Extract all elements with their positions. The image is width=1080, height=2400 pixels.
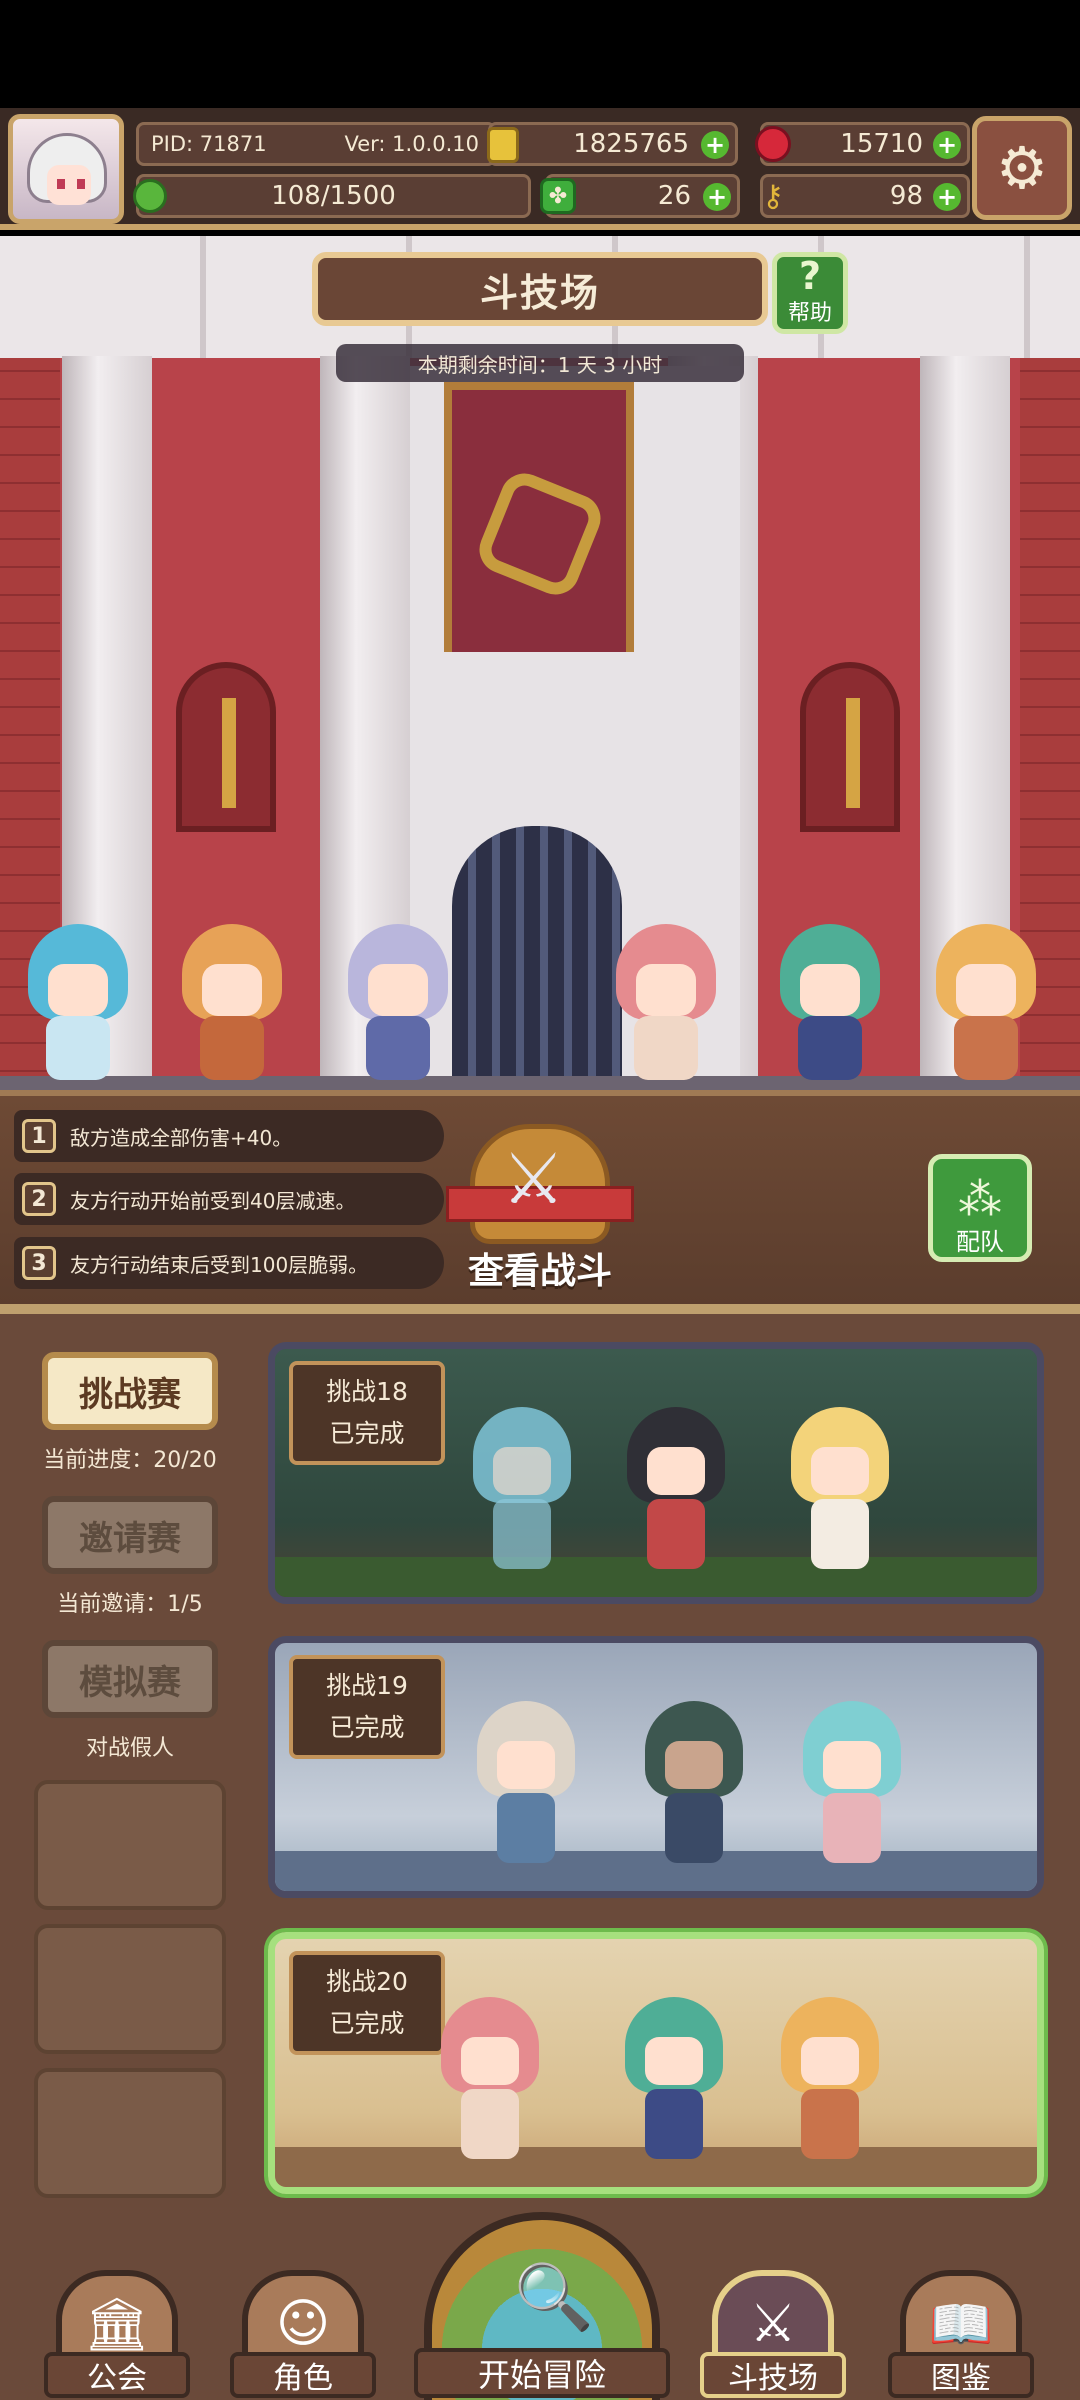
- gold-pill: 1825765 +: [487, 122, 738, 166]
- top-hud: PID: 71871 Ver: 1.0.0.10 108/1500 182576…: [0, 108, 1080, 230]
- challenge-status: 已完成: [329, 2009, 405, 2038]
- rule-number: 2: [22, 1182, 56, 1216]
- character-sprite: [22, 920, 134, 1088]
- rule-number: 1: [22, 1119, 56, 1153]
- status-bar-area: [0, 0, 1080, 108]
- guild-hall-icon: 🏛: [83, 2294, 150, 2355]
- rule-text: 敌方造成全部伤害+40。: [70, 1125, 293, 1150]
- challenge-name: 挑战18: [326, 1376, 408, 1406]
- crossed-swords-icon: ⚔: [502, 1138, 565, 1220]
- arena-gate: [452, 826, 622, 1090]
- nav-adventure-label: 开始冒险: [414, 2348, 670, 2398]
- invitation-count: 当前邀请：1/5: [57, 1592, 203, 1617]
- nav-arena-label: 斗技场: [700, 2352, 846, 2398]
- key-pill: ⚷ 98 +: [760, 174, 970, 218]
- gem-pill: 15710 +: [755, 122, 970, 166]
- character-sprite: [176, 920, 288, 1088]
- nav-start-adventure[interactable]: 🔍 开始冒险: [414, 2212, 670, 2400]
- challenge-status: 已完成: [329, 1713, 405, 1742]
- magnifier-icon: 🔍: [514, 2261, 594, 2335]
- challenge-card-selected[interactable]: 挑战20 已完成: [268, 1932, 1044, 2194]
- character-sprite: [342, 920, 454, 1088]
- character-sprite: [930, 920, 1042, 1088]
- player-avatar[interactable]: [8, 114, 124, 224]
- energy-pill[interactable]: 108/1500: [133, 174, 531, 218]
- nav-guild-label: 公会: [44, 2352, 190, 2398]
- challenge-tag: 挑战19 已完成: [289, 1655, 445, 1759]
- book-icon: 📖: [928, 2294, 994, 2355]
- rule-item: 2 友方行动开始前受到40层减速。: [14, 1173, 444, 1225]
- gold-coin-icon: [487, 127, 519, 163]
- tab-simulation[interactable]: 模拟赛: [42, 1640, 218, 1718]
- challenge-tag: 挑战20 已完成: [289, 1951, 445, 2055]
- nav-guild[interactable]: 🏛 公会: [44, 2262, 190, 2400]
- add-clover-button[interactable]: +: [703, 183, 731, 211]
- page-title: 斗技场: [312, 252, 768, 326]
- mode-sidebar: 挑战赛 当前进度：20/20 邀请赛 当前邀请：1/5 模拟赛 对战假人: [28, 1336, 232, 2206]
- clover-value: 26: [657, 181, 691, 211]
- challenge-progress: 当前进度：20/20: [43, 1448, 217, 1473]
- add-key-button[interactable]: +: [933, 183, 961, 211]
- energy-icon: [133, 179, 167, 213]
- team-icon: ⁂: [958, 1174, 1002, 1225]
- character-sprite: [610, 920, 722, 1088]
- game-version: Ver: 1.0.0.10: [344, 132, 479, 156]
- add-gem-button[interactable]: +: [933, 131, 961, 159]
- rule-item: 1 敌方造成全部伤害+40。: [14, 1110, 444, 1162]
- key-value: 98: [889, 181, 923, 211]
- gold-value: 1825765: [573, 129, 689, 159]
- crossed-swords-icon: ⚔: [749, 2294, 797, 2354]
- rule-item: 3 友方行动结束后受到100层脆弱。: [14, 1237, 444, 1289]
- challenge-name: 挑战19: [326, 1670, 408, 1700]
- arena-banner: [444, 382, 634, 652]
- energy-value: 108/1500: [271, 181, 396, 211]
- team-label: 配队: [956, 1228, 1004, 1256]
- simulation-desc: 对战假人: [85, 1736, 174, 1761]
- key-icon: ⚷: [762, 178, 784, 214]
- challenge-name: 挑战20: [326, 1966, 408, 1996]
- tab-challenge[interactable]: 挑战赛: [42, 1352, 218, 1430]
- nav-characters-label: 角色: [230, 2352, 376, 2398]
- challenge-card[interactable]: 挑战18 已完成: [268, 1342, 1044, 1604]
- challenge-tag: 挑战18 已完成: [289, 1361, 445, 1465]
- ruby-gem-icon: [755, 126, 791, 162]
- sword-niche-left: [176, 662, 276, 832]
- nav-arena[interactable]: ⚔ 斗技场: [700, 2262, 846, 2400]
- rule-number: 3: [22, 1246, 56, 1280]
- empty-mode-slot: [34, 1780, 226, 1910]
- add-gold-button[interactable]: +: [701, 131, 729, 159]
- nav-characters[interactable]: ☺ 角色: [230, 2262, 376, 2400]
- character-face-icon: ☺: [275, 2294, 331, 2354]
- gem-value: 15710: [840, 129, 923, 159]
- view-battle-label: 查看战斗: [467, 1251, 612, 1292]
- tab-invitational[interactable]: 邀请赛: [42, 1496, 218, 1574]
- rule-text: 友方行动结束后受到100层脆弱。: [70, 1252, 369, 1277]
- settings-gear-button[interactable]: ⚙: [972, 116, 1072, 220]
- nav-codex[interactable]: 📖 图鉴: [888, 2262, 1034, 2400]
- empty-mode-slot: [34, 2068, 226, 2198]
- question-mark-icon: ?: [798, 254, 822, 298]
- team-setup-button[interactable]: ⁂ 配队: [928, 1154, 1032, 1262]
- sword-niche-right: [800, 662, 900, 832]
- clover-icon: ✤: [540, 178, 576, 214]
- gear-icon: ⚙: [996, 134, 1048, 202]
- player-id: PID: 71871: [151, 132, 267, 156]
- view-battle-button[interactable]: ⚔ 查看战斗: [440, 1124, 640, 1294]
- season-timer: 本期剩余时间：1 天 3 小时: [336, 344, 744, 382]
- help-button[interactable]: ? 帮助: [772, 252, 848, 334]
- character-sprite: [774, 920, 886, 1088]
- help-label: 帮助: [787, 301, 832, 326]
- player-info-pill: PID: 71871 Ver: 1.0.0.10: [136, 122, 496, 166]
- clover-pill: ✤ 26 +: [540, 174, 740, 218]
- challenge-status: 已完成: [329, 1419, 405, 1448]
- empty-mode-slot: [34, 1924, 226, 2054]
- nav-codex-label: 图鉴: [888, 2352, 1034, 2398]
- rule-text: 友方行动开始前受到40层减速。: [70, 1188, 356, 1213]
- challenge-card[interactable]: 挑战19 已完成: [268, 1636, 1044, 1898]
